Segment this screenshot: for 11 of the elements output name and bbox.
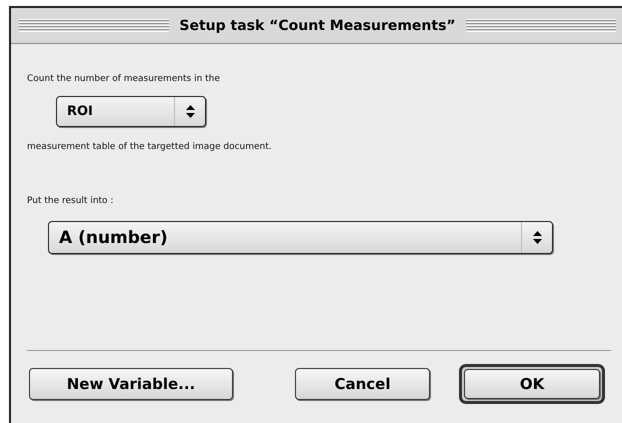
- instruction-text: measurement table of the targetted image document.: [27, 142, 272, 152]
- up-down-arrows-icon: [532, 231, 542, 244]
- new-variable-button[interactable]: New Variable...: [29, 368, 233, 400]
- table-popup[interactable]: ROI: [56, 96, 206, 127]
- result-label: Put the result into :: [27, 196, 114, 206]
- ok-button[interactable]: OK: [459, 364, 605, 404]
- up-down-arrows-icon: [186, 105, 194, 118]
- instruction-text: Count the number of measurements in the: [27, 74, 220, 84]
- result-popup[interactable]: A (number): [48, 221, 553, 254]
- window-title: Setup task “Count Measurements”: [179, 18, 456, 34]
- cancel-button[interactable]: Cancel: [295, 368, 430, 400]
